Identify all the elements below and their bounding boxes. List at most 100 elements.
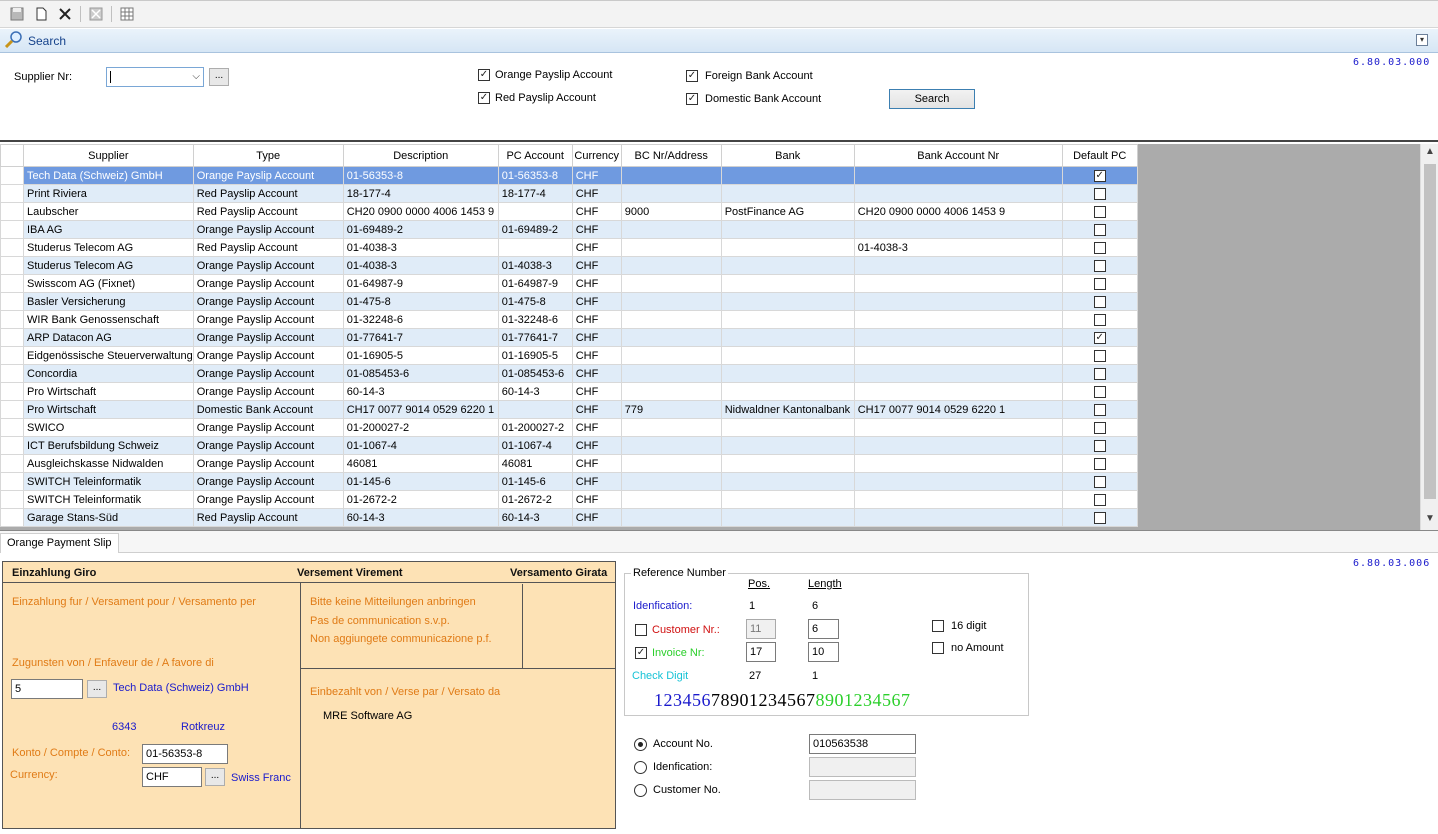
cell-bc[interactable]	[620, 238, 722, 257]
cell-supplier[interactable]: Eidgenössische Steuerverwaltung	[23, 346, 194, 365]
cell-supplier[interactable]: SWITCH Teleinformatik	[23, 490, 194, 509]
row-header[interactable]	[0, 436, 24, 455]
cell-bc[interactable]	[620, 166, 722, 185]
cell-type[interactable]: Orange Payslip Account	[192, 310, 344, 329]
cell-type[interactable]: Orange Payslip Account	[192, 274, 344, 293]
default-pc-checkbox[interactable]	[1093, 511, 1106, 524]
cell-bank_acc[interactable]	[853, 472, 1063, 491]
cell-pc[interactable]: 46081	[497, 454, 573, 473]
cell-bank_acc[interactable]	[853, 256, 1063, 275]
cell-description[interactable]: 01-1067-4	[342, 436, 499, 455]
cell-pc[interactable]: 60-14-3	[497, 382, 573, 401]
scrollbar-thumb[interactable]	[1424, 164, 1436, 499]
cell-bank_acc[interactable]: 01-4038-3	[853, 238, 1063, 257]
cell-bank_acc[interactable]	[853, 508, 1063, 527]
table-row[interactable]: SWICO Orange Payslip Account 01-200027-2 01…	[0, 418, 1138, 437]
cell-bc[interactable]	[620, 310, 722, 329]
cell-supplier[interactable]: Pro Wirtschaft	[23, 382, 194, 401]
grid-vertical-scrollbar[interactable]: ▲ ▼	[1420, 144, 1438, 530]
row-header[interactable]	[0, 418, 24, 437]
column-header[interactable]: Type	[192, 144, 344, 167]
cell-description[interactable]: 01-77641-7	[342, 328, 499, 347]
table-row[interactable]: WIR Bank Genossenschaft Orange Payslip Ac…	[0, 310, 1138, 329]
cell-description[interactable]: 01-145-6	[342, 472, 499, 491]
cell-bc[interactable]	[620, 508, 722, 527]
customer-len-input[interactable]: 6	[808, 619, 839, 639]
cell-type[interactable]: Orange Payslip Account	[192, 220, 344, 239]
cell-bc[interactable]	[620, 382, 722, 401]
table-row[interactable]: Pro Wirtschaft Orange Payslip Account 60-1…	[0, 382, 1138, 401]
cell-pc[interactable]: 01-145-6	[497, 472, 573, 491]
cell-type[interactable]: Orange Payslip Account	[192, 454, 344, 473]
cell-pc[interactable]: 01-77641-7	[497, 328, 573, 347]
cell-currency[interactable]: CHF	[571, 328, 622, 347]
cell-supplier[interactable]: Swisscom AG (Fixnet)	[23, 274, 194, 293]
cell-supplier[interactable]: SWICO	[23, 418, 194, 437]
cell-description[interactable]: 01-16905-5	[342, 346, 499, 365]
cell-supplier[interactable]: IBA AG	[23, 220, 194, 239]
cell-bank[interactable]	[720, 418, 855, 437]
default-pc-checkbox[interactable]: ✓	[1093, 169, 1106, 182]
table-row[interactable]: Concordia Orange Payslip Account 01-085453…	[0, 364, 1138, 383]
column-header[interactable]: BC Nr/Address	[620, 144, 722, 167]
customer-nr-checkbox[interactable]	[635, 624, 647, 636]
supplier-nr-combo[interactable]: ⌵	[106, 67, 204, 87]
currency-input[interactable]: CHF	[142, 767, 202, 787]
cell-description[interactable]: 01-200027-2	[342, 418, 499, 437]
cell-supplier[interactable]: Pro Wirtschaft	[23, 400, 194, 419]
cell-bank_acc[interactable]	[853, 454, 1063, 473]
row-header[interactable]	[0, 346, 24, 365]
cell-supplier[interactable]: SWITCH Teleinformatik	[23, 472, 194, 491]
cell-supplier[interactable]: WIR Bank Genossenschaft	[23, 310, 194, 329]
cell-bank[interactable]	[720, 346, 855, 365]
cell-bank[interactable]	[720, 256, 855, 275]
cell-currency[interactable]: CHF	[571, 310, 622, 329]
cell-bc[interactable]	[620, 472, 722, 491]
cell-description[interactable]: 01-64987-9	[342, 274, 499, 293]
currency-browse-button[interactable]: ...	[205, 768, 225, 786]
cell-currency[interactable]: CHF	[571, 346, 622, 365]
cell-bank_acc[interactable]	[853, 436, 1063, 455]
no-amount-checkbox[interactable]	[932, 642, 944, 654]
cell-currency[interactable]: CHF	[571, 364, 622, 383]
default-pc-checkbox[interactable]	[1093, 439, 1106, 452]
cell-bank[interactable]	[720, 238, 855, 257]
column-header[interactable]: Bank Account Nr	[853, 144, 1063, 167]
cell-supplier[interactable]: Studerus Telecom AG	[23, 256, 194, 275]
cell-bc[interactable]	[620, 364, 722, 383]
cell-type[interactable]: Red Payslip Account	[192, 202, 344, 221]
cell-type[interactable]: Orange Payslip Account	[192, 382, 344, 401]
cell-bank_acc[interactable]	[853, 364, 1063, 383]
row-header[interactable]	[0, 256, 24, 275]
cell-bc[interactable]	[620, 490, 722, 509]
cell-supplier[interactable]: Ausgleichskasse Nidwalden	[23, 454, 194, 473]
cell-currency[interactable]: CHF	[571, 202, 622, 221]
idenfication-input[interactable]	[809, 757, 916, 777]
cell-pc[interactable]	[497, 238, 573, 257]
slip-supplier-nr-input[interactable]: 5	[11, 679, 83, 699]
cell-type[interactable]: Orange Payslip Account	[192, 418, 344, 437]
cell-currency[interactable]: CHF	[571, 508, 622, 527]
cell-description[interactable]: 01-085453-6	[342, 364, 499, 383]
table-row[interactable]: ARP Datacon AG Orange Payslip Account 01-7…	[0, 328, 1138, 347]
column-header[interactable]: Default PC	[1061, 144, 1138, 167]
cell-pc[interactable]: 01-4038-3	[497, 256, 573, 275]
cell-bank[interactable]	[720, 292, 855, 311]
customer-no-radio[interactable]	[634, 784, 647, 797]
cell-description[interactable]: 60-14-3	[342, 508, 499, 527]
collapse-icon[interactable]: ▾	[1416, 34, 1428, 46]
cell-description[interactable]: 60-14-3	[342, 382, 499, 401]
scroll-down-icon[interactable]: ▼	[1421, 513, 1438, 529]
cell-bank[interactable]	[720, 382, 855, 401]
table-row[interactable]: Swisscom AG (Fixnet) Orange Payslip Accou…	[0, 274, 1138, 293]
cell-currency[interactable]: CHF	[571, 220, 622, 239]
invoice-nr-checkbox[interactable]: ✓	[635, 647, 647, 659]
cell-pc[interactable]: 18-177-4	[497, 184, 573, 203]
cell-bank[interactable]	[720, 310, 855, 329]
table-row[interactable]: Eidgenössische Steuerverwaltung Orange Pa…	[0, 346, 1138, 365]
cell-pc[interactable]	[497, 400, 573, 419]
customer-pos-input[interactable]: 11	[746, 619, 776, 639]
cell-bank_acc[interactable]	[853, 382, 1063, 401]
default-pc-checkbox[interactable]	[1093, 367, 1106, 380]
delete-icon[interactable]	[56, 5, 74, 23]
